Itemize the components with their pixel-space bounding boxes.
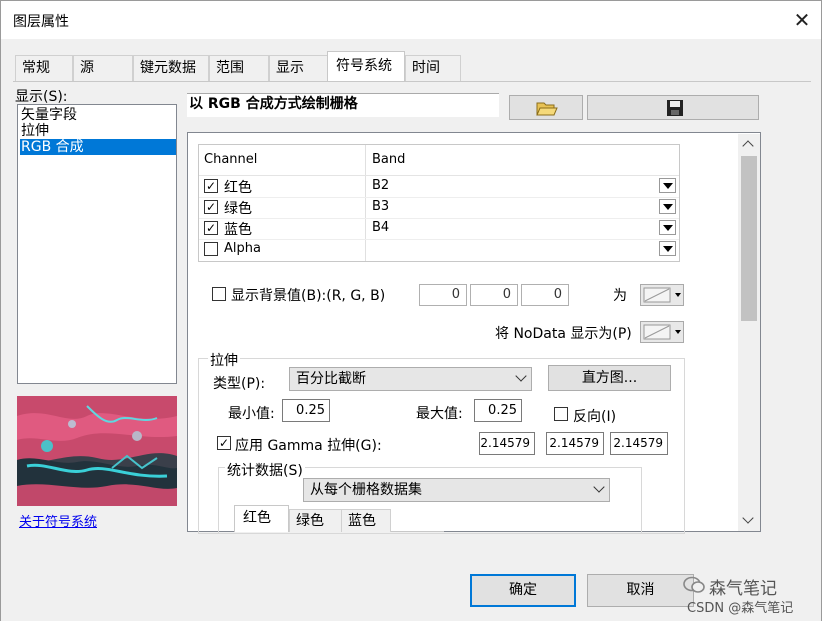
background-g-input[interactable]: 0: [470, 284, 518, 306]
save-icon: [666, 99, 684, 121]
window-title: 图层属性: [13, 14, 69, 30]
rgb-preview-image: [17, 396, 177, 506]
band-green-dropdown[interactable]: [659, 199, 676, 214]
band-blue-dropdown[interactable]: [659, 220, 676, 235]
list-item-selected[interactable]: RGB 合成: [20, 139, 176, 155]
scroll-up-icon[interactable]: [742, 140, 754, 152]
channel-alpha-label: Alpha: [224, 241, 261, 256]
watermark-credit: CSDN @森气笔记: [687, 601, 794, 616]
stats-tab-red[interactable]: 红色: [234, 505, 289, 532]
stretch-type-value: 百分比截断: [296, 371, 366, 387]
save-button[interactable]: [587, 95, 759, 120]
band-red-value: B2: [372, 178, 390, 193]
stretch-type-label: 类型(P):: [213, 376, 266, 392]
channel-blue-checkbox[interactable]: ✓: [204, 221, 218, 235]
statistics-group-title: 统计数据(S): [225, 460, 305, 480]
stats-tab-blue[interactable]: 蓝色: [341, 509, 391, 532]
watermark-logo: 森气笔记: [677, 574, 817, 599]
channel-blue-label: 蓝色: [224, 222, 252, 238]
channel-red-label: 红色: [224, 180, 252, 196]
gamma-label: 应用 Gamma 拉伸(G):: [235, 438, 382, 454]
nodata-label: 将 NoData 显示为(P): [495, 326, 632, 342]
band-alpha-dropdown[interactable]: [659, 241, 676, 256]
statistics-source-value: 从每个栅格数据集: [310, 482, 422, 498]
wechat-icon: [683, 576, 705, 598]
about-symbology-link[interactable]: 关于符号系统: [19, 511, 97, 530]
gamma-checkbox[interactable]: ✓: [217, 436, 231, 450]
open-button[interactable]: [509, 95, 583, 120]
statistics-source-select[interactable]: 从每个栅格数据集: [303, 478, 610, 502]
invert-label: 反向(I): [573, 409, 617, 425]
watermark-logo-text: 森气笔记: [709, 579, 777, 599]
stats-tab-green[interactable]: 绿色: [289, 509, 342, 532]
band-blue-value: B4: [372, 220, 390, 235]
background-b-input[interactable]: 0: [521, 284, 569, 306]
title-bar: 图层属性 ✕: [1, 1, 821, 39]
min-label: 最小值:: [228, 406, 275, 422]
stretch-group-title: 拉伸: [208, 350, 240, 370]
tab-source[interactable]: 源: [73, 55, 133, 81]
background-color-picker[interactable]: [640, 284, 684, 306]
tab-key-metadata[interactable]: 键元数据: [133, 55, 209, 81]
chevron-down-icon: [515, 370, 527, 382]
channel-green-label: 绿色: [224, 201, 252, 217]
channel-band-grid: Channel Band ✓ 红色 B2 ✓ 绿色 B3 ✓ 蓝色 B4 Alp…: [198, 144, 680, 262]
invert-checkbox[interactable]: [554, 407, 568, 421]
list-item[interactable]: 矢量字段: [20, 107, 176, 123]
column-band: Band: [372, 152, 406, 167]
max-value-input[interactable]: 0.25: [474, 399, 522, 422]
show-background-label: 显示背景值(B):(R, G, B): [231, 288, 386, 304]
nodata-color-picker[interactable]: [640, 321, 684, 343]
renderer-list[interactable]: 矢量字段 拉伸 RGB 合成: [17, 104, 177, 384]
ok-button[interactable]: 确定: [470, 574, 576, 607]
folder-open-icon: [536, 99, 558, 121]
gamma-green-input[interactable]: 2.14579: [546, 432, 604, 455]
histogram-button[interactable]: 直方图...: [548, 365, 671, 391]
tab-general[interactable]: 常规: [15, 55, 73, 81]
gamma-red-input[interactable]: 2.14579: [479, 432, 535, 455]
tab-extent[interactable]: 范围: [209, 55, 269, 81]
show-label: 显示(S):: [15, 89, 68, 105]
tab-symbology[interactable]: 符号系统: [327, 51, 405, 82]
channel-red-checkbox[interactable]: ✓: [204, 179, 218, 193]
gamma-blue-input[interactable]: 2.14579: [610, 432, 668, 455]
scroll-thumb[interactable]: [741, 156, 757, 321]
tab-display[interactable]: 显示: [269, 55, 329, 81]
vertical-scrollbar[interactable]: [738, 134, 760, 531]
tab-time[interactable]: 时间: [405, 55, 461, 81]
channel-alpha-checkbox[interactable]: [204, 242, 218, 256]
show-background-checkbox[interactable]: [212, 287, 226, 301]
max-label: 最大值:: [416, 406, 463, 422]
renderer-heading: 以 RGB 合成方式绘制栅格: [187, 93, 499, 117]
stretch-type-select[interactable]: 百分比截断: [289, 367, 532, 391]
band-green-value: B3: [372, 199, 390, 214]
layer-properties-dialog: 图层属性 ✕ 常规 源 键元数据 范围 显示 符号系统 时间 显示(S): 矢量…: [0, 0, 822, 621]
column-channel: Channel: [204, 152, 258, 167]
chevron-down-icon: [593, 481, 605, 493]
tab-divider: [13, 81, 811, 82]
close-icon[interactable]: ✕: [789, 7, 815, 33]
background-r-input[interactable]: 0: [419, 284, 467, 306]
band-red-dropdown[interactable]: [659, 178, 676, 193]
scroll-down-icon[interactable]: [742, 512, 754, 524]
as-label: 为: [613, 288, 627, 304]
min-value-input[interactable]: 0.25: [282, 399, 330, 422]
list-item[interactable]: 拉伸: [20, 123, 176, 139]
channel-green-checkbox[interactable]: ✓: [204, 200, 218, 214]
